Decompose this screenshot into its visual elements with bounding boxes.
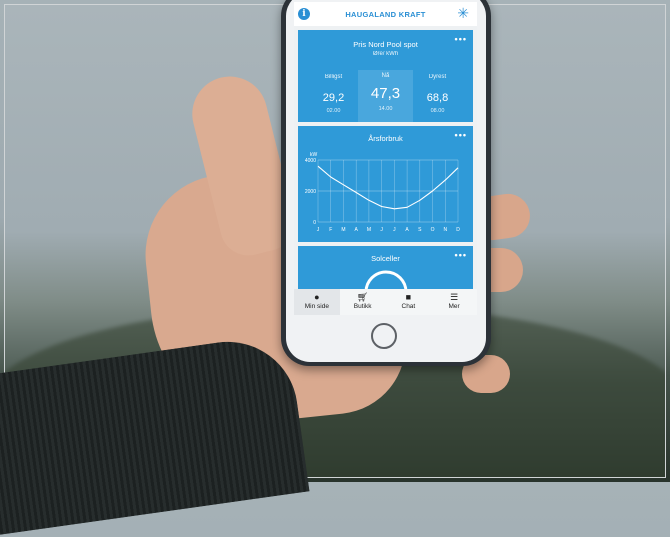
app-screen: i HAUGALAND KRAFT ✳ ••• Pris Nord Pool s…	[294, 2, 477, 315]
y-tick-label: 0	[313, 220, 316, 226]
x-tick-label: A	[355, 227, 359, 233]
usage-card-title: Årsforbruk	[368, 134, 403, 143]
nav-label: Mer	[448, 303, 460, 310]
y-tick-label: 2000	[305, 189, 316, 195]
price-value: 47,3	[370, 85, 401, 102]
x-tick-label: A	[405, 227, 409, 233]
x-tick-label: M	[367, 227, 371, 233]
nav-mer[interactable]: ☰ Mer	[431, 289, 477, 315]
price-now: Nå 47,3 14.00	[358, 70, 413, 122]
solar-card[interactable]: ••• Solceller	[298, 246, 473, 292]
x-tick-label: J	[393, 227, 396, 233]
price-most-expensive: Dyrest 68,8 08.00	[410, 74, 465, 120]
nav-label: Min side	[304, 303, 329, 310]
cart-icon: 🛒︎	[356, 292, 369, 302]
nav-label: Butikk	[353, 303, 372, 310]
x-tick-label: N	[443, 227, 447, 233]
price-value: 29,2	[322, 92, 345, 104]
price-card[interactable]: ••• Pris Nord Pool spot Øre/ kWh Billigs…	[298, 30, 473, 122]
usage-series-line	[317, 165, 459, 210]
price-time: 08.00	[430, 108, 445, 114]
x-tick-label: J	[317, 227, 320, 233]
home-button[interactable]	[371, 323, 397, 349]
price-time: 02.00	[326, 108, 341, 114]
x-tick-label: D	[456, 227, 460, 233]
price-value: 68,8	[426, 92, 449, 104]
app-header: i HAUGALAND KRAFT ✳	[294, 2, 477, 26]
price-label: Dyrest	[428, 74, 447, 80]
nav-label: Chat	[401, 303, 416, 310]
price-label: Nå	[381, 73, 390, 79]
price-cheapest: Billigst 29,2 02.00	[306, 74, 361, 120]
nav-min-side[interactable]: ● Min side	[294, 289, 340, 315]
price-card-title: Pris Nord Pool spot	[353, 40, 418, 49]
usage-card[interactable]: ••• Årsforbruk kW 4000 2000 0 J F M A M J J A S O N D	[298, 126, 473, 242]
snowflake-logo-icon: ✳	[457, 5, 469, 21]
person-icon: ●	[314, 292, 320, 302]
bottom-nav: ● Min side 🛒︎ Butikk ■ Chat ☰ Mer	[294, 289, 477, 315]
x-tick-label: O	[431, 227, 435, 233]
price-time: 14.00	[378, 106, 393, 112]
x-tick-label: S	[418, 227, 422, 233]
price-card-unit: Øre/ kWh	[372, 51, 399, 57]
x-tick-label: M	[341, 227, 345, 233]
x-tick-label: F	[329, 227, 332, 233]
y-tick-label: 4000	[305, 158, 316, 164]
menu-icon: ☰	[450, 292, 459, 302]
nav-chat[interactable]: ■ Chat	[386, 289, 432, 315]
brand-name: HAUGALAND KRAFT	[345, 10, 426, 19]
price-label: Billigst	[324, 74, 343, 80]
nav-butikk[interactable]: 🛒︎ Butikk	[340, 289, 386, 315]
solar-gauge	[364, 270, 408, 292]
x-tick-label: J	[380, 227, 383, 233]
usage-chart: kW400020000J F M A M J J A S O N D	[305, 152, 460, 233]
chat-icon: ■	[405, 292, 412, 302]
